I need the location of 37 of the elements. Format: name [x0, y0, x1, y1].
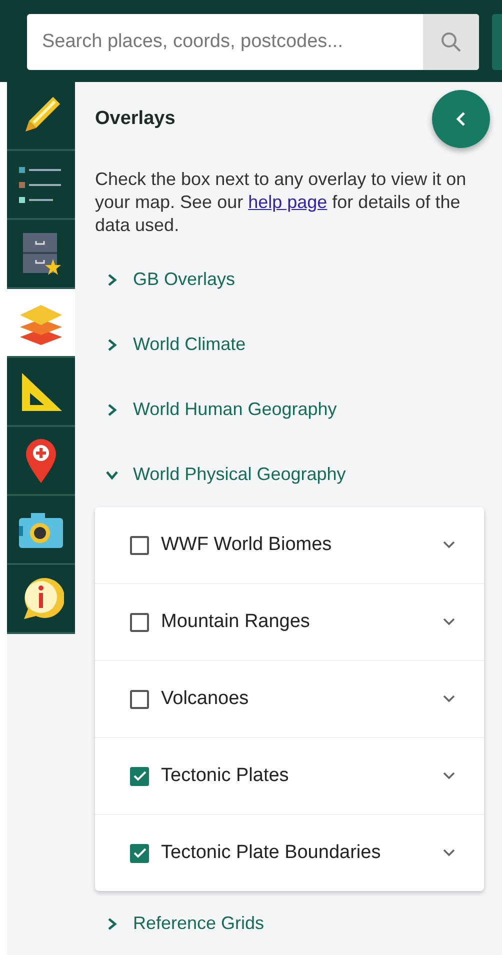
tool-tab[interactable] [7, 427, 75, 496]
overlay-label: Volcanoes [161, 688, 250, 710]
chevron-left-icon [455, 111, 467, 127]
search-bar[interactable]: Search places, coords, postcodes... [27, 14, 480, 70]
chevron-down-icon[interactable] [442, 540, 456, 550]
chevron-down-icon[interactable] [442, 694, 456, 704]
checkbox[interactable] [130, 766, 149, 786]
overlay-label: Tectonic Plate Boundaries [161, 842, 382, 864]
chevron-down-icon[interactable] [442, 617, 456, 627]
overlay-label: Mountain Ranges [161, 611, 311, 633]
tool-tab[interactable] [7, 358, 75, 427]
tool-tab[interactable] [7, 220, 75, 289]
tool-tab[interactable] [7, 565, 75, 634]
map-pin-icon [23, 436, 59, 484]
chevron-down-icon[interactable] [442, 771, 456, 781]
panel-title: Overlays [95, 108, 176, 130]
section-header[interactable]: World Climate [95, 312, 484, 377]
overlay-label: WWF World Biomes [161, 534, 333, 556]
checkbox[interactable] [130, 612, 149, 632]
checkbox[interactable] [130, 536, 149, 554]
help-page-link[interactable]: help page [248, 192, 328, 212]
checkbox[interactable] [130, 690, 149, 708]
overlay-label: Tectonic Plates [161, 765, 290, 787]
section-header[interactable]: GB Overlays [95, 247, 484, 312]
section-header[interactable]: World Human Geography [95, 377, 484, 442]
search-button[interactable] [423, 14, 480, 70]
tool-tab[interactable] [7, 82, 75, 151]
tool-tab[interactable] [7, 151, 75, 220]
section-header[interactable]: Reference Grids [95, 891, 484, 955]
search-icon [440, 31, 462, 53]
tool-tab[interactable] [7, 289, 75, 358]
section-header[interactable]: World Physical Geography [95, 442, 484, 507]
description-text: Check the box next to any overlay to view it on your map. See our help page for details of the data used. [95, 168, 468, 237]
checkbox[interactable] [130, 844, 149, 862]
collapse-button[interactable] [432, 90, 490, 148]
tool-tab[interactable] [7, 496, 75, 565]
chevron-down-icon[interactable] [442, 848, 456, 858]
